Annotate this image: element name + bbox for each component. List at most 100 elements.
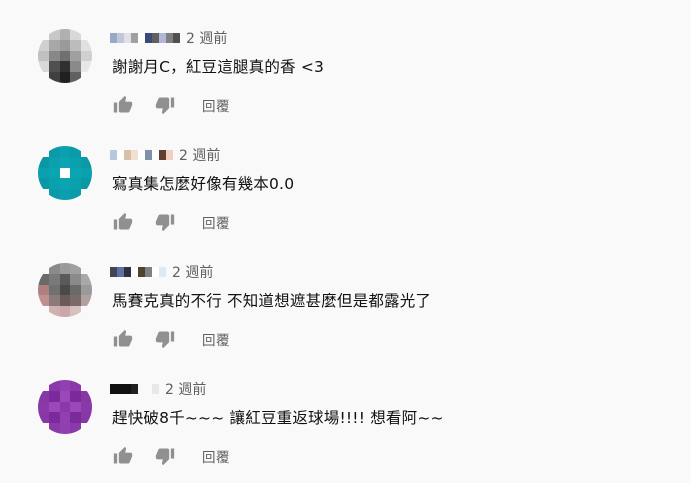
avatar[interactable] <box>38 29 92 83</box>
avatar-pixel <box>48 273 60 285</box>
comment-timestamp[interactable]: 2 週前 <box>179 145 220 165</box>
avatar-pixel <box>70 295 82 307</box>
thumbs-down-icon <box>155 448 175 466</box>
avatar-pixel <box>59 29 71 40</box>
avatar-pixel <box>70 61 82 73</box>
reply-button[interactable]: 回覆 <box>202 329 230 349</box>
dislike-button[interactable] <box>154 445 176 467</box>
author-name-pixel <box>124 267 131 277</box>
avatar-pixel <box>48 156 60 168</box>
author-name-pixel <box>117 267 124 277</box>
avatar-pixel <box>59 390 71 402</box>
author-name-pixel <box>124 33 131 43</box>
author-name-pixel <box>117 150 124 160</box>
avatar-pixel <box>59 156 71 168</box>
avatar-pixel <box>70 380 82 391</box>
dislike-button[interactable] <box>154 328 176 350</box>
avatar-pixel <box>48 380 60 391</box>
like-button[interactable] <box>112 211 134 233</box>
reply-button[interactable]: 回覆 <box>202 95 230 115</box>
like-button[interactable] <box>112 94 134 116</box>
avatar-pixel <box>38 412 49 424</box>
avatar-pixel <box>48 390 60 402</box>
avatar-pixel <box>59 50 71 62</box>
author-name-pixel <box>152 384 159 394</box>
thumbs-up-icon <box>113 329 133 347</box>
author-name-pixel <box>117 384 124 394</box>
avatar-pixel <box>70 423 82 434</box>
avatar-pixel <box>59 412 71 424</box>
avatar-pixel <box>59 380 71 391</box>
avatar-pixel <box>48 412 60 424</box>
author-name-pixel <box>145 33 152 43</box>
avatar-pixel <box>81 156 92 168</box>
comment-header: 2 週前 <box>110 28 227 48</box>
author-name-pixel <box>152 33 159 43</box>
author-name-redacted[interactable] <box>110 384 159 394</box>
author-name-redacted[interactable] <box>110 150 173 160</box>
comment-timestamp[interactable]: 2 週前 <box>186 28 227 48</box>
comment-timestamp[interactable]: 2 週前 <box>165 379 206 399</box>
avatar-pixel <box>48 423 60 434</box>
avatar[interactable] <box>38 263 92 317</box>
author-name-pixel <box>166 33 173 43</box>
author-name-pixel <box>124 384 131 394</box>
avatar-pixel <box>70 146 82 157</box>
dislike-button[interactable] <box>154 94 176 116</box>
avatar-pixel <box>70 273 82 285</box>
avatar-pixel <box>70 306 82 317</box>
thumbs-down-icon <box>155 97 175 115</box>
author-name-redacted[interactable] <box>110 33 180 43</box>
comment-header: 2 週前 <box>110 262 213 282</box>
reply-button[interactable]: 回覆 <box>202 446 230 466</box>
author-name-pixel <box>152 150 159 160</box>
thumbs-down-icon <box>155 214 175 232</box>
avatar-pixel <box>70 390 82 402</box>
author-name-pixel <box>138 384 145 394</box>
avatar-pixel <box>48 401 60 413</box>
dislike-button[interactable] <box>154 211 176 233</box>
comment-actions: 回覆 <box>112 211 230 233</box>
comment-header: 2 週前 <box>110 145 220 165</box>
avatar-pixel <box>81 29 92 40</box>
author-name-pixel <box>131 384 138 394</box>
thumbs-up-icon <box>113 95 133 113</box>
avatar-pixel <box>59 167 71 179</box>
avatar-pixel <box>70 72 82 83</box>
like-button[interactable] <box>112 445 134 467</box>
avatar-pixel <box>38 167 49 179</box>
comment-thread: 2 週前 寫真集怎麼好像有幾本0.0 回覆 <box>0 132 691 249</box>
avatar-pixel <box>38 156 49 168</box>
comment-actions: 回覆 <box>112 94 230 116</box>
like-button[interactable] <box>112 328 134 350</box>
avatar[interactable] <box>38 146 92 200</box>
avatar-pixel <box>38 390 49 402</box>
avatar-pixel <box>70 39 82 51</box>
author-name-pixel <box>138 267 145 277</box>
avatar-pixel <box>81 50 92 62</box>
comment-timestamp[interactable]: 2 週前 <box>172 262 213 282</box>
avatar-pixel <box>59 189 71 200</box>
avatar-pixel <box>59 423 71 434</box>
author-name-pixel <box>131 150 138 160</box>
avatar-pixel <box>81 39 92 51</box>
avatar-pixel <box>81 61 92 73</box>
avatar-pixel <box>81 295 92 307</box>
comment-text: 謝謝月C，紅豆這腿真的香 <3 <box>112 58 325 76</box>
author-name-pixel <box>173 33 180 43</box>
avatar-pixel <box>81 284 92 296</box>
avatar-pixel <box>48 50 60 62</box>
author-name-pixel <box>145 150 152 160</box>
avatar-pixel <box>59 295 71 307</box>
avatar-pixel <box>48 306 60 317</box>
avatar-pixel <box>81 72 92 83</box>
avatar-pixel <box>38 61 49 73</box>
avatar-pixel <box>70 412 82 424</box>
avatar-pixel <box>81 189 92 200</box>
author-name-pixel <box>152 267 159 277</box>
avatar-pixel <box>70 156 82 168</box>
author-name-redacted[interactable] <box>110 267 166 277</box>
avatar-pixel <box>38 29 49 40</box>
avatar[interactable] <box>38 380 92 434</box>
reply-button[interactable]: 回覆 <box>202 212 230 232</box>
